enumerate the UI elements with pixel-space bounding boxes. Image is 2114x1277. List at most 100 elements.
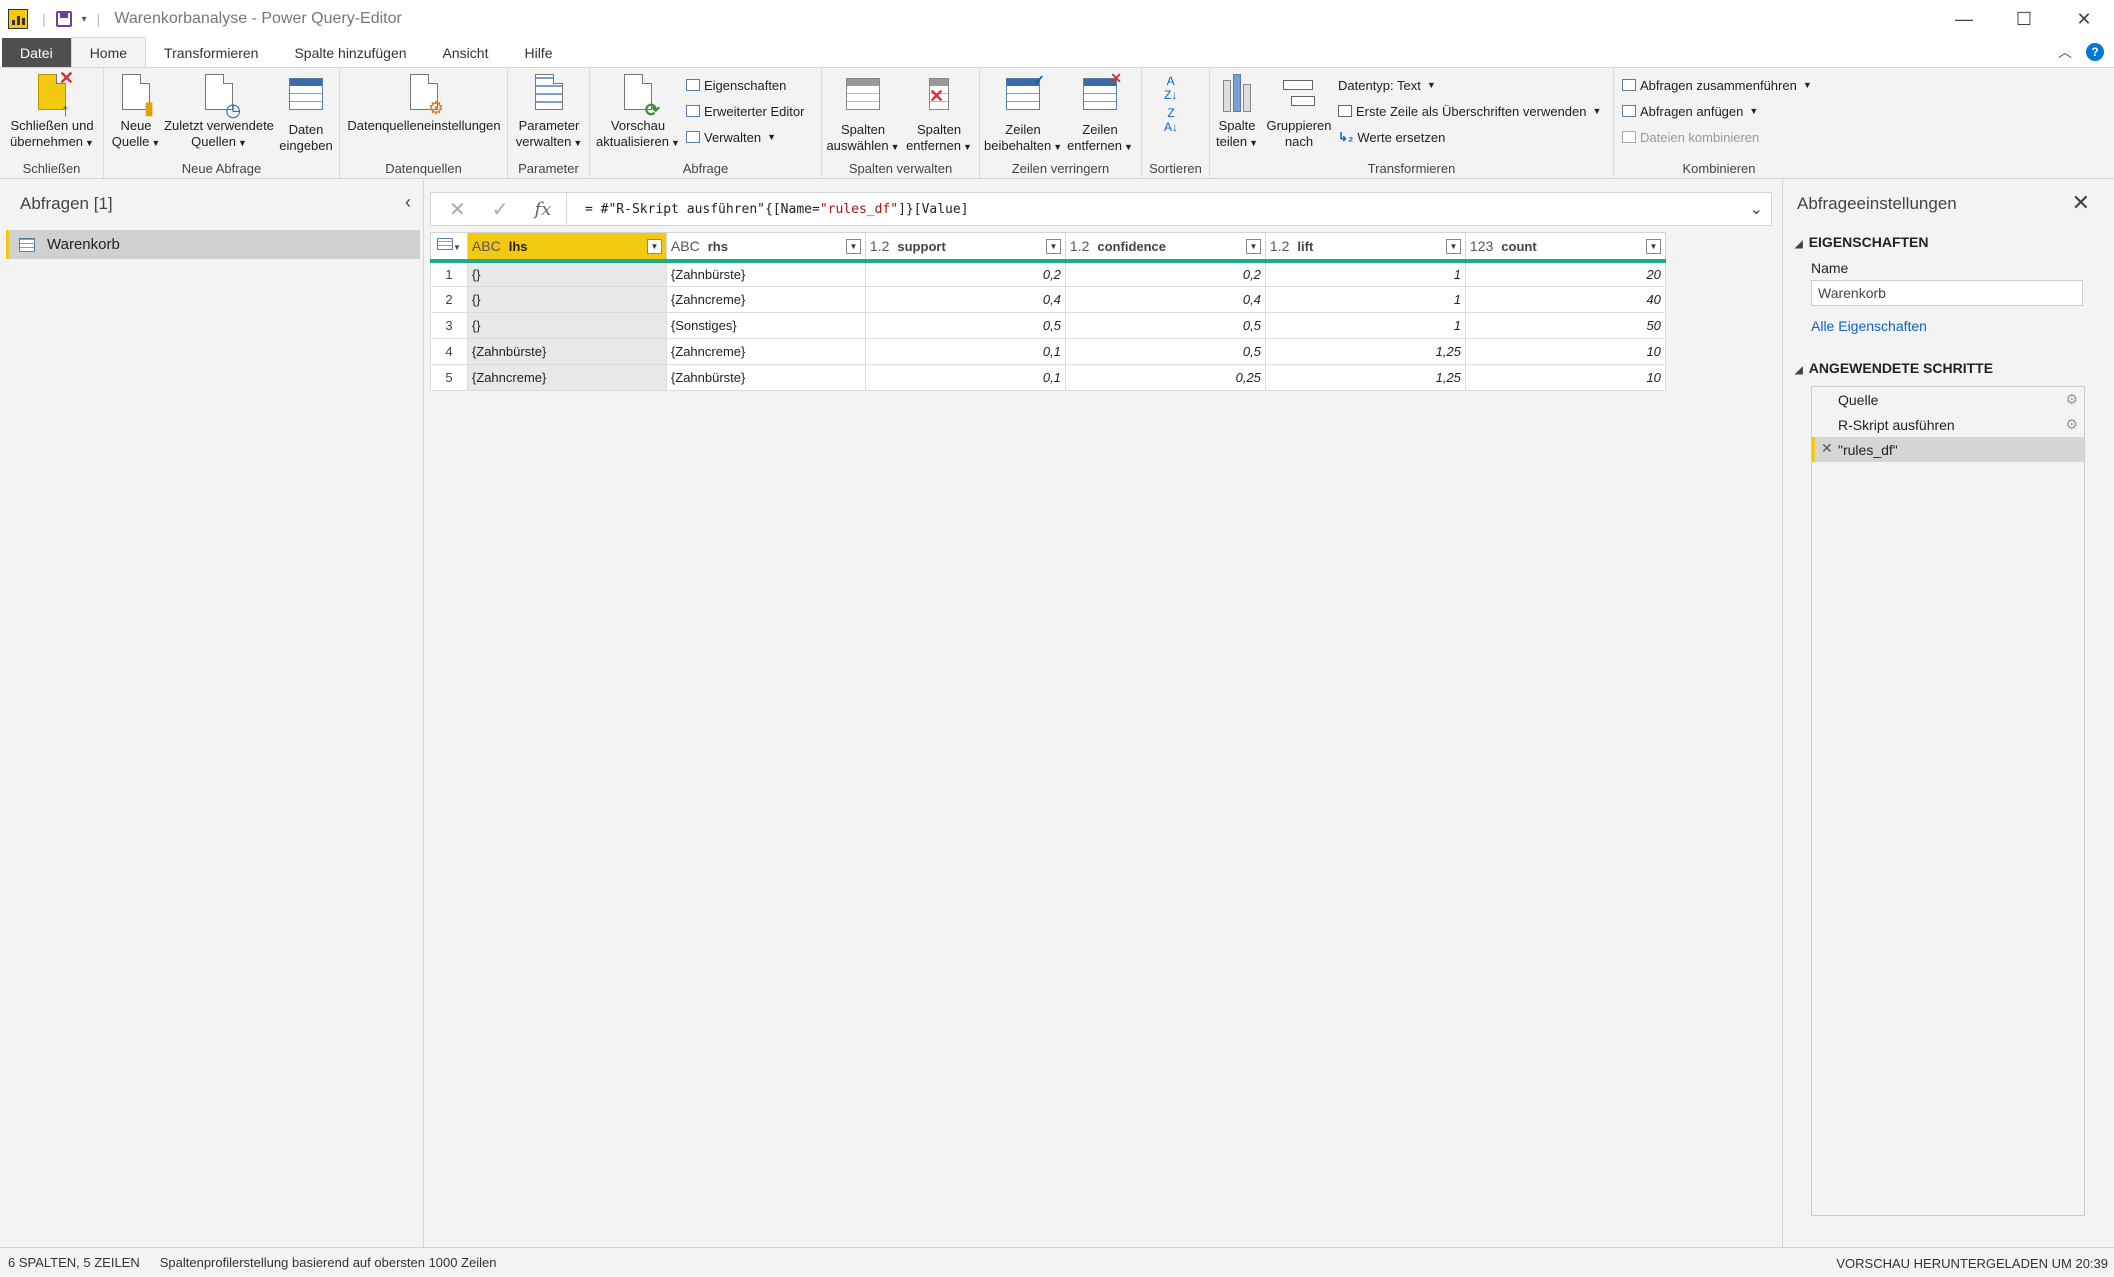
append-queries-button[interactable]: Abfragen anfügen ▼ — [1622, 102, 1758, 120]
gear-icon[interactable]: ⚙ — [2065, 416, 2078, 433]
commit-formula-icon[interactable]: ✓ — [492, 197, 509, 222]
step-r-skript-ausfuehren[interactable]: R-Skript ausführen ⚙ — [1812, 412, 2084, 437]
tab-spalte-hinzufuegen[interactable]: Spalte hinzufügen — [276, 38, 424, 67]
cell-lhs[interactable]: {} — [466, 312, 667, 339]
column-header-lhs[interactable]: ABC lhs ▼ — [466, 232, 667, 263]
filter-dropdown-icon[interactable]: ▼ — [1045, 239, 1061, 254]
cell-count[interactable]: 40 — [1464, 286, 1666, 313]
cell-confidence[interactable]: 0,5 — [1064, 312, 1266, 339]
cell-count[interactable]: 50 — [1464, 312, 1666, 339]
keep-rows-button[interactable]: ✓ Zeilen beibehalten ▼ — [984, 72, 1062, 155]
cell-lift[interactable]: 1 — [1264, 286, 1466, 313]
cell-count[interactable]: 20 — [1464, 260, 1666, 287]
step-rules-df[interactable]: ✕ "rules_df" — [1812, 437, 2084, 462]
advanced-editor-button[interactable]: Erweiterter Editor — [686, 102, 804, 120]
filter-dropdown-icon[interactable]: ▼ — [646, 239, 662, 254]
enter-data-button[interactable]: Daten eingeben — [276, 74, 336, 154]
step-quelle[interactable]: Quelle ⚙ — [1812, 387, 2084, 412]
properties-section-header[interactable]: ◢ EIGENSCHAFTEN — [1795, 234, 1929, 250]
cell-support[interactable]: 0,4 — [864, 286, 1066, 313]
row-number[interactable]: 1 — [430, 260, 468, 287]
cell-lhs[interactable]: {} — [466, 286, 667, 313]
cell-lift[interactable]: 1,25 — [1264, 338, 1466, 365]
cell-confidence[interactable]: 0,2 — [1064, 260, 1266, 287]
row-number[interactable]: 3 — [430, 312, 468, 339]
recent-sources-button[interactable]: ◷ Zuletzt verwendete Quellen ▼ — [162, 74, 276, 151]
column-header-confidence[interactable]: 1.2 confidence ▼ — [1064, 232, 1266, 263]
fx-icon[interactable]: fx — [535, 199, 552, 220]
manage-parameters-button[interactable]: Parameter verwalten ▼ — [512, 74, 586, 151]
sort-ascending-icon[interactable]: A Z↓ — [1164, 74, 1177, 102]
row-number[interactable]: 2 — [430, 286, 468, 313]
tab-hilfe[interactable]: Hilfe — [506, 38, 570, 67]
all-properties-link[interactable]: Alle Eigenschaften — [1811, 318, 1927, 334]
cell-count[interactable]: 10 — [1464, 338, 1666, 365]
column-header-count[interactable]: 123 count ▼ — [1464, 232, 1666, 263]
cell-confidence[interactable]: 0,4 — [1064, 286, 1266, 313]
cell-rhs[interactable]: {Zahncreme} — [665, 286, 866, 313]
column-header-support[interactable]: 1.2 support ▼ — [864, 232, 1066, 263]
cell-support[interactable]: 0,2 — [864, 260, 1066, 287]
cell-lift[interactable]: 1,25 — [1264, 364, 1466, 391]
data-source-settings-button[interactable]: ⚙ Datenquelleneinstellungen — [344, 74, 504, 134]
collapse-ribbon-icon[interactable]: ︿ — [2058, 42, 2072, 62]
filter-dropdown-icon[interactable]: ▼ — [845, 239, 861, 254]
close-pane-icon[interactable]: ✕ — [2072, 190, 2090, 216]
quick-access-dropdown-icon[interactable]: ▾ — [82, 14, 87, 25]
filter-dropdown-icon[interactable]: ▼ — [1645, 239, 1661, 254]
tab-home[interactable]: Home — [70, 37, 147, 67]
delete-step-icon[interactable]: ✕ — [1821, 440, 1833, 457]
cell-confidence[interactable]: 0,5 — [1064, 338, 1266, 365]
use-first-row-as-headers-button[interactable]: Erste Zeile als Überschriften verwenden ▼ — [1338, 102, 1601, 120]
sort-descending-icon[interactable]: Z A↓ — [1164, 106, 1178, 134]
data-type-dropdown[interactable]: Datentyp: Text ▼ — [1338, 76, 1436, 94]
query-name-input[interactable]: Warenkorb — [1811, 280, 2083, 306]
column-header-rhs[interactable]: ABC rhs ▼ — [665, 232, 866, 263]
row-number[interactable]: 5 — [430, 364, 468, 391]
row-number[interactable]: 4 — [430, 338, 468, 365]
manage-button[interactable]: Verwalten ▼ — [686, 128, 776, 146]
minimize-button[interactable]: — — [1934, 0, 1994, 38]
remove-rows-button[interactable]: ✕ Zeilen entfernen ▼ — [1062, 70, 1138, 155]
expand-formula-icon[interactable]: ⌄ — [1750, 199, 1763, 219]
merge-queries-button[interactable]: Abfragen zusammenführen ▼ — [1622, 76, 1812, 94]
cell-rhs[interactable]: {Zahnbürste} — [665, 260, 866, 287]
cell-lhs[interactable]: {Zahncreme} — [466, 364, 667, 391]
remove-columns-button[interactable]: ✕ Spalten entfernen ▼ — [902, 74, 976, 155]
cell-rhs[interactable]: {Zahncreme} — [665, 338, 866, 365]
tab-transformieren[interactable]: Transformieren — [146, 38, 276, 67]
applied-steps-section-header[interactable]: ◢ ANGEWENDETE SCHRITTE — [1795, 360, 1993, 376]
help-icon[interactable]: ? — [2086, 43, 2104, 61]
gear-icon[interactable]: ⚙ — [2065, 391, 2078, 408]
replace-values-button[interactable]: ↳₂ Werte ersetzen — [1338, 128, 1445, 146]
status-column-profiling[interactable]: Spaltenprofilerstellung basierend auf ob… — [160, 1255, 497, 1270]
cell-confidence[interactable]: 0,25 — [1064, 364, 1266, 391]
cell-support[interactable]: 0,5 — [864, 312, 1066, 339]
cell-lift[interactable]: 1 — [1264, 312, 1466, 339]
group-by-button[interactable]: Gruppieren nach — [1264, 74, 1334, 150]
choose-columns-button[interactable]: Spalten auswählen ▼ — [826, 74, 900, 155]
cell-support[interactable]: 0,1 — [864, 338, 1066, 365]
maximize-button[interactable]: ☐ — [1994, 0, 2054, 38]
cell-count[interactable]: 10 — [1464, 364, 1666, 391]
cell-rhs[interactable]: {Zahnbürste} — [665, 364, 866, 391]
refresh-preview-button[interactable]: ⟳ Vorschau aktualisieren ▼ — [594, 74, 682, 151]
query-item-warenkorb[interactable]: Warenkorb — [6, 230, 420, 259]
close-button[interactable]: ✕ — [2054, 0, 2114, 38]
cell-lhs[interactable]: {} — [466, 260, 667, 287]
cell-lhs[interactable]: {Zahnbürste} — [466, 338, 667, 365]
column-header-lift[interactable]: 1.2 lift ▼ — [1264, 232, 1466, 263]
new-source-button[interactable]: ▮ Neue Quelle ▼ — [110, 74, 162, 151]
cancel-formula-icon[interactable]: ✕ — [449, 197, 466, 222]
table-menu-button[interactable]: ▼ — [430, 232, 468, 263]
combine-files-button[interactable]: Dateien kombinieren — [1622, 128, 1759, 146]
tab-datei[interactable]: Datei — [2, 38, 71, 67]
split-column-button[interactable]: Spalte teilen ▼ — [1212, 74, 1262, 151]
cell-rhs[interactable]: {Sonstiges} — [665, 312, 866, 339]
collapse-pane-icon[interactable]: ‹ — [405, 192, 411, 213]
filter-dropdown-icon[interactable]: ▼ — [1245, 239, 1261, 254]
formula-input[interactable]: = #"R-Skript ausführen"{[Name="rules_df"… — [585, 202, 969, 217]
cell-lift[interactable]: 1 — [1264, 260, 1466, 287]
cell-support[interactable]: 0,1 — [864, 364, 1066, 391]
tab-ansicht[interactable]: Ansicht — [425, 38, 507, 67]
